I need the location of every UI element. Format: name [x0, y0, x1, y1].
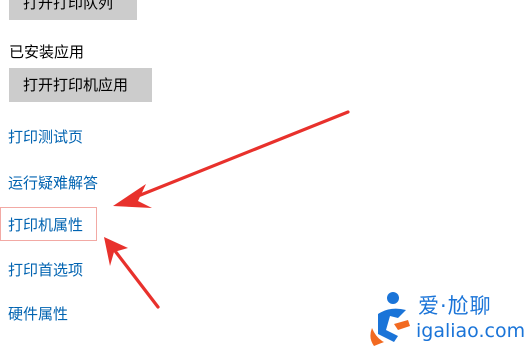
arrow-upper	[113, 110, 350, 208]
watermark-url: igaliao.com	[416, 320, 526, 342]
watermark: 爱·尬聊 igaliao.com	[368, 288, 528, 352]
arrow-lower	[104, 237, 160, 309]
watermark-logo-icon	[370, 292, 410, 346]
watermark-brand: 爱·尬聊	[418, 294, 492, 318]
